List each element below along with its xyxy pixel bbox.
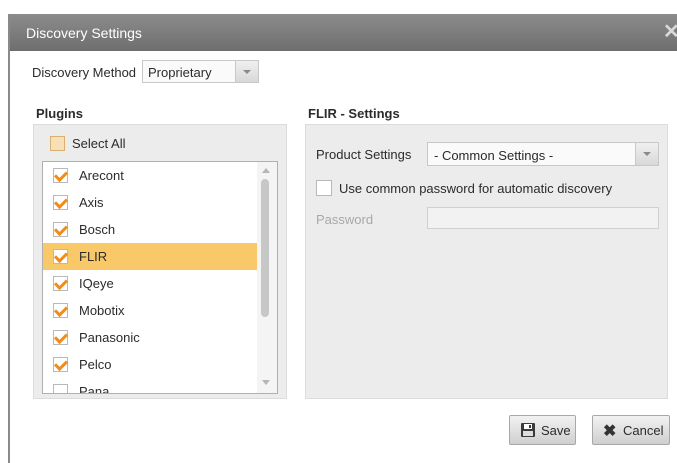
plugin-label: Axis (79, 195, 104, 210)
plugin-label: Bosch (79, 222, 116, 237)
scroll-down-icon[interactable] (262, 380, 270, 385)
checkbox-icon[interactable] (53, 195, 68, 210)
discovery-method-label: Discovery Method (32, 65, 137, 80)
plugin-label: Arecont (79, 168, 124, 183)
password-field[interactable] (427, 207, 659, 229)
scroll-thumb[interactable] (261, 179, 269, 317)
product-settings-value: - Common Settings - (434, 148, 554, 163)
discovery-settings-dialog: Discovery Settings ✕ Discovery Method Pr… (10, 14, 677, 463)
plugins-list[interactable]: Arecont Axis Bosch FLIR IQeye Mobotix Pa… (42, 161, 278, 394)
product-settings-select[interactable]: - Common Settings - (427, 142, 659, 166)
password-label: Password (316, 212, 374, 227)
list-item-selected[interactable]: FLIR (43, 243, 257, 270)
save-label: Save (541, 423, 571, 438)
floppy-disk-icon (521, 423, 535, 437)
list-item[interactable]: Panasonic (43, 324, 257, 351)
list-item[interactable]: Bosch (43, 216, 257, 243)
common-password-label: Use common password for automatic discov… (339, 181, 613, 196)
save-button[interactable]: Save (509, 415, 576, 445)
list-item[interactable]: Axis (43, 189, 257, 216)
checkbox-icon[interactable] (53, 249, 68, 264)
close-icon[interactable]: ✕ (663, 19, 677, 44)
background-edge (0, 14, 10, 463)
plugin-label: Pelco (79, 357, 112, 372)
plugin-label: FLIR (79, 249, 108, 264)
plugins-panel: Select All Arecont Axis Bosch FLIR IQeye (33, 124, 287, 399)
plugins-heading: Plugins (36, 106, 83, 121)
select-all-label: Select All (72, 136, 126, 151)
plugin-label: Mobotix (79, 303, 125, 318)
scroll-up-icon[interactable] (262, 168, 270, 173)
checkbox-icon[interactable] (53, 303, 68, 318)
checkbox-icon[interactable] (53, 222, 68, 237)
close-icon: ✖ (603, 423, 617, 440)
flir-settings-panel: Product Settings - Common Settings - Use… (305, 124, 668, 399)
chevron-down-icon[interactable] (235, 61, 258, 82)
checkbox-icon[interactable] (53, 330, 68, 345)
checkbox-icon[interactable] (53, 276, 68, 291)
plugin-label: IQeye (79, 276, 114, 291)
checkbox-icon[interactable] (53, 384, 68, 393)
list-item[interactable]: IQeye (43, 270, 257, 297)
discovery-method-select[interactable]: Proprietary (142, 60, 259, 83)
discovery-method-value: Proprietary (148, 65, 212, 80)
cancel-button[interactable]: ✖ Cancel (592, 415, 670, 445)
list-item[interactable]: Pana... (43, 378, 257, 394)
list-item[interactable]: Arecont (43, 162, 257, 189)
background-strip (0, 0, 677, 14)
dialog-titlebar: Discovery Settings ✕ (10, 14, 677, 51)
product-settings-label: Product Settings (316, 147, 412, 162)
settings-heading: FLIR - Settings (308, 106, 400, 121)
cancel-label: Cancel (623, 423, 664, 438)
plugin-label: Panasonic (79, 330, 140, 345)
checkbox-icon[interactable] (50, 136, 65, 151)
plugin-label: Pana... (79, 384, 121, 394)
list-scrollbar[interactable] (257, 162, 277, 393)
list-item[interactable]: Mobotix (43, 297, 257, 324)
list-item[interactable]: Pelco (43, 351, 257, 378)
dialog-title: Discovery Settings (26, 25, 142, 41)
checkbox-icon[interactable] (316, 180, 332, 196)
chevron-down-icon[interactable] (635, 143, 658, 165)
checkbox-icon[interactable] (53, 357, 68, 372)
checkbox-icon[interactable] (53, 168, 68, 183)
